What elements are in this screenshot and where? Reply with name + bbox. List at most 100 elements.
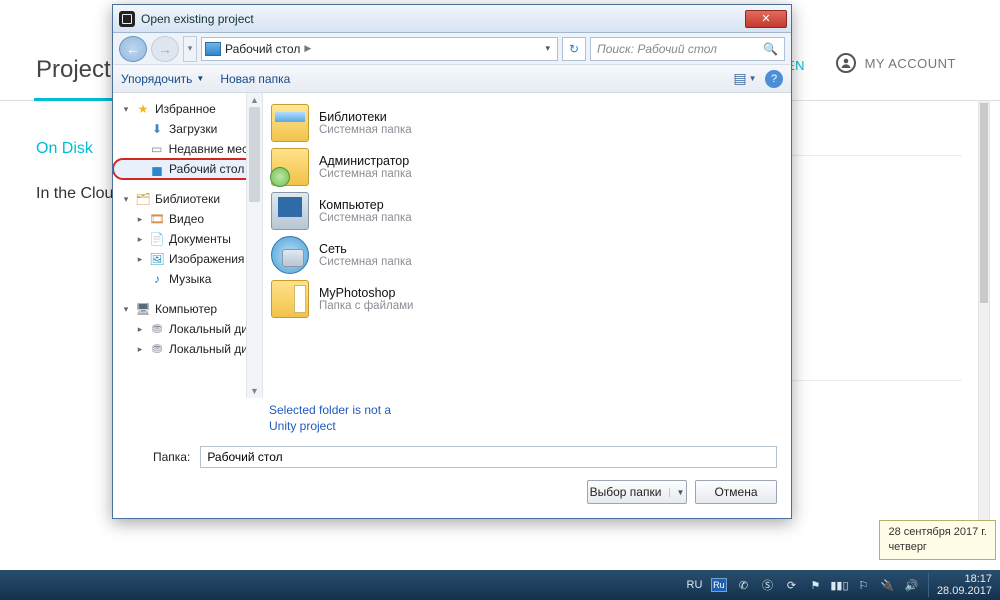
taskbar-clock[interactable]: 18:17 28.09.2017 — [928, 573, 992, 597]
network-tray-icon[interactable]: ▮▮▯ — [832, 578, 847, 593]
select-folder-button[interactable]: Выбор папки ▼ — [587, 480, 687, 504]
date-tooltip: 28 сентября 2017 г. четверг — [879, 520, 996, 560]
tree-label: Рабочий стол — [169, 162, 244, 176]
tree-label: Компьютер — [155, 302, 217, 316]
refresh-button[interactable]: ↻ — [562, 37, 586, 61]
file-subtitle: Системная папка — [319, 256, 412, 268]
file-item-libraries[interactable]: БиблиотекиСистемная папка — [267, 101, 787, 145]
user-folder-icon — [271, 148, 309, 186]
file-item-administrator[interactable]: АдминистраторСистемная папка — [267, 145, 787, 189]
chevron-down-icon: ▼ — [669, 488, 684, 497]
tree-label: Музыка — [169, 272, 211, 286]
nav-back-button[interactable]: ← — [119, 36, 147, 62]
file-item-network[interactable]: СетьСистемная папка — [267, 233, 787, 277]
new-folder-button[interactable]: Новая папка — [220, 72, 290, 86]
open-project-dialog: Open existing project ✕ ← → ▾ Рабочий ст… — [112, 4, 792, 519]
dialog-toolbar: Упорядочить ▼ Новая папка ▤▼ ? — [113, 65, 791, 93]
scroll-up-icon[interactable]: ▲ — [247, 93, 262, 107]
nav-tree: ▾★Избранное ⬇Загрузки ▭Недавние места ▅Р… — [113, 93, 263, 398]
address-bar[interactable]: Рабочий стол ▶ ▾ — [201, 37, 558, 61]
windows-taskbar[interactable]: RU Ru ✆ Ⓢ ⟳ ⚑ ▮▮▯ ⚐ 🔌 🔊 18:17 28.09.2017 — [0, 570, 1000, 600]
unity-scrollbar[interactable] — [978, 100, 990, 560]
address-dropdown-icon[interactable]: ▾ — [541, 43, 554, 54]
help-button[interactable]: ? — [765, 70, 783, 88]
tree-local-disk[interactable]: ▸⛃Локальный диск — [113, 339, 262, 359]
avatar-icon — [836, 53, 856, 73]
clock-date: 28.09.2017 — [937, 585, 992, 597]
tree-downloads[interactable]: ⬇Загрузки — [113, 119, 262, 139]
dialog-titlebar[interactable]: Open existing project ✕ — [113, 5, 791, 33]
folder-input[interactable] — [200, 446, 777, 468]
clock-time: 18:17 — [937, 573, 992, 585]
folder-icon — [271, 280, 309, 318]
tree-computer[interactable]: ▾🖥Компьютер — [113, 299, 262, 319]
viber-tray-icon[interactable]: ✆ — [736, 578, 751, 593]
dialog-title: Open existing project — [141, 12, 254, 26]
tree-recent-places[interactable]: ▭Недавние места — [113, 139, 262, 159]
unity-my-account[interactable]: MY ACCOUNT — [836, 53, 956, 73]
tree-label: Документы — [169, 232, 231, 246]
tree-music[interactable]: ♪Музыка — [113, 269, 262, 289]
tree-label: Загрузки — [169, 122, 217, 136]
skype-tray-icon[interactable]: Ⓢ — [760, 578, 775, 593]
tree-label: Библиотеки — [155, 192, 220, 206]
tree-video[interactable]: ▸🎞Видео — [113, 209, 262, 229]
tree-images[interactable]: ▸🖼Изображения — [113, 249, 262, 269]
warning-text: Selected folder is not a — [269, 403, 391, 417]
search-placeholder: Поиск: Рабочий стол — [597, 42, 717, 56]
my-account-label: MY ACCOUNT — [865, 56, 956, 71]
tree-libraries[interactable]: ▾🗂Библиотеки — [113, 189, 262, 209]
tab-in-cloud[interactable]: In the Clou — [36, 185, 113, 203]
tree-documents[interactable]: ▸📄Документы — [113, 229, 262, 249]
file-name: Библиотеки — [319, 110, 412, 124]
tree-label: Видео — [169, 212, 204, 226]
power-tray-icon[interactable]: 🔌 — [880, 578, 895, 593]
close-button[interactable]: ✕ — [745, 10, 787, 28]
action-center-icon[interactable]: ⚐ — [856, 578, 871, 593]
chevron-down-icon: ▼ — [196, 74, 204, 83]
view-options-button[interactable]: ▤▼ — [735, 69, 755, 89]
search-input[interactable]: Поиск: Рабочий стол 🔍 — [590, 37, 785, 61]
language-indicator[interactable]: RU — [687, 578, 702, 593]
file-subtitle: Папка с файлами — [319, 300, 413, 312]
folder-field-row: Папка: — [113, 440, 791, 472]
file-name: MyPhotoshop — [319, 286, 413, 300]
security-tray-icon[interactable]: ⚑ — [808, 578, 823, 593]
validation-message: Selected folder is not a Unity project — [113, 398, 791, 440]
update-tray-icon[interactable]: ⟳ — [784, 578, 799, 593]
nav-forward-button[interactable]: → — [151, 36, 179, 62]
folder-label: Папка: — [153, 450, 190, 464]
tree-scrollbar[interactable]: ▲ ▼ — [246, 93, 262, 398]
desktop-icon — [205, 42, 221, 56]
tab-on-disk[interactable]: On Disk — [36, 140, 93, 158]
nav-row: ← → ▾ Рабочий стол ▶ ▾ ↻ Поиск: Рабочий … — [113, 33, 791, 65]
unity-projects-heading: Project — [36, 56, 111, 84]
search-icon: 🔍 — [763, 42, 778, 56]
tree-label: Избранное — [155, 102, 216, 116]
button-label: Выбор папки — [590, 485, 662, 499]
scroll-down-icon[interactable]: ▼ — [247, 384, 262, 398]
cancel-button[interactable]: Отмена — [695, 480, 777, 504]
file-list: БиблиотекиСистемная папка АдминистраторС… — [263, 93, 791, 398]
nav-history-dropdown[interactable]: ▾ — [183, 36, 197, 62]
file-item-computer[interactable]: КомпьютерСистемная папка — [267, 189, 787, 233]
file-name: Администратор — [319, 154, 412, 168]
tree-desktop[interactable]: ▅Рабочий стол — [113, 159, 262, 179]
organize-label: Упорядочить — [121, 72, 192, 86]
file-subtitle: Системная папка — [319, 212, 412, 224]
path-segment[interactable]: Рабочий стол — [225, 42, 300, 56]
organize-menu[interactable]: Упорядочить ▼ — [121, 72, 204, 86]
volume-tray-icon[interactable]: 🔊 — [904, 578, 919, 593]
scrollbar-thumb[interactable] — [980, 103, 988, 303]
tree-local-disk[interactable]: ▸⛃Локальный диск — [113, 319, 262, 339]
scrollbar-thumb[interactable] — [249, 107, 260, 202]
keyboard-layout-icon[interactable]: Ru — [711, 578, 727, 592]
file-subtitle: Системная папка — [319, 168, 412, 180]
warning-text: Unity project — [269, 419, 336, 433]
unity-logo-icon — [119, 11, 135, 27]
tree-favorites[interactable]: ▾★Избранное — [113, 99, 262, 119]
tree-label: Изображения — [169, 252, 244, 266]
file-item-myphotoshop[interactable]: MyPhotoshopПапка с файлами — [267, 277, 787, 321]
chevron-right-icon[interactable]: ▶ — [304, 43, 311, 54]
file-name: Сеть — [319, 242, 412, 256]
